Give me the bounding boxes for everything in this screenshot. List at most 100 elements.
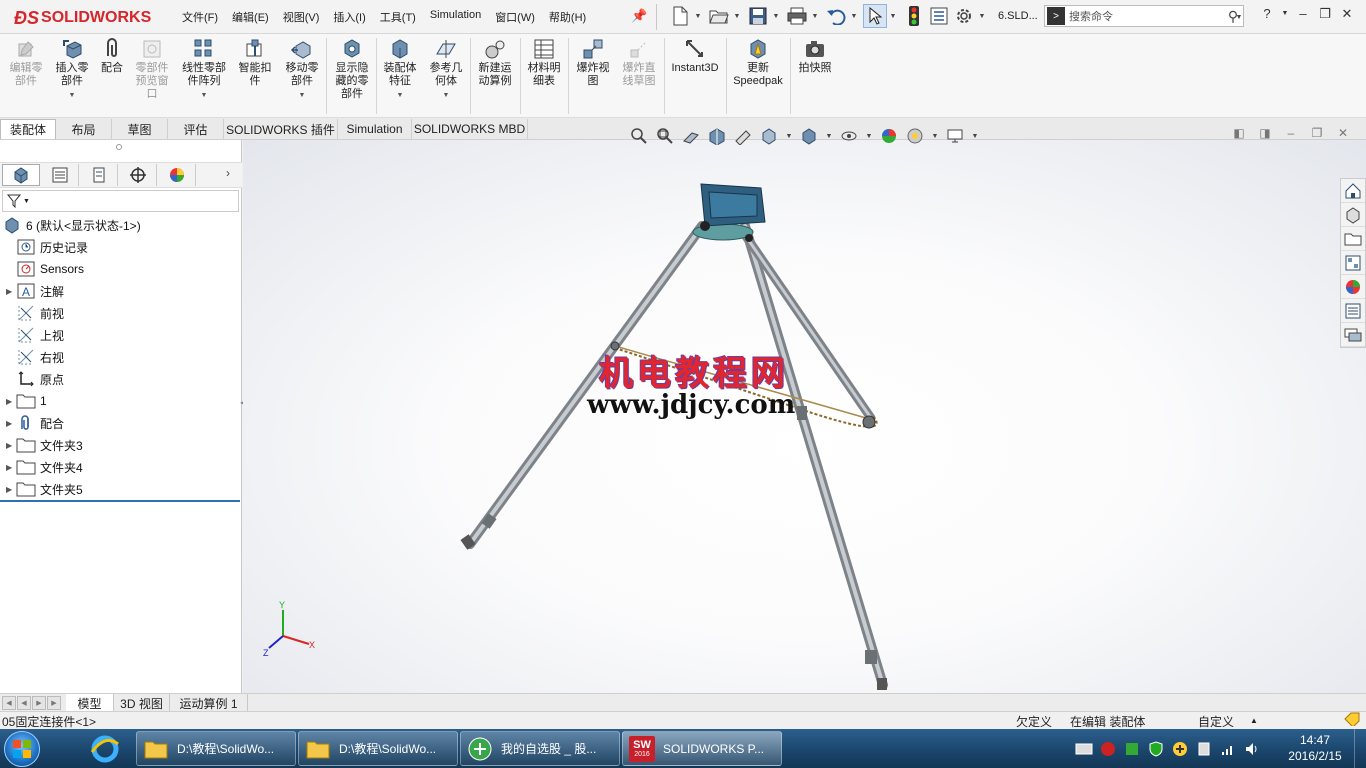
open-dropdown-icon[interactable]: ▼ xyxy=(732,4,742,28)
system-clock[interactable]: 14:47 2016/2/15 xyxy=(1280,732,1350,764)
help-dropdown-icon[interactable]: ▼ xyxy=(1278,6,1292,22)
tree-item[interactable]: 原点 xyxy=(0,368,240,390)
start-button[interactable] xyxy=(4,731,40,767)
move-component-button[interactable]: 移动零 部件 ▼ xyxy=(280,38,324,102)
property-manager-tab-icon[interactable] xyxy=(41,164,79,186)
tree-item[interactable]: ▶ A 注解 xyxy=(0,280,240,302)
expand-arrow-icon[interactable]: ▶ xyxy=(6,463,16,472)
display-style-dropdown-icon[interactable]: ▼ xyxy=(824,124,834,148)
tab-model[interactable]: 模型 xyxy=(66,694,114,712)
solidworks-forum-icon[interactable] xyxy=(1341,323,1365,347)
menu-tools[interactable]: 工具(T) xyxy=(374,6,422,28)
open-folder-icon[interactable] xyxy=(707,4,731,28)
tab-layout[interactable]: 布局 xyxy=(56,119,112,139)
tripod-model[interactable] xyxy=(243,140,1366,693)
minimize-button[interactable]: – xyxy=(1292,6,1314,22)
panel-grip-icon[interactable] xyxy=(116,144,122,150)
tab-simulation[interactable]: Simulation xyxy=(338,119,412,139)
expand-arrow-icon[interactable]: ▶ xyxy=(6,287,16,296)
pin-icon[interactable]: 📌 xyxy=(631,8,647,24)
mate-button[interactable]: 配合 xyxy=(96,38,128,75)
design-library-icon[interactable] xyxy=(1341,203,1365,227)
volume-icon[interactable] xyxy=(1240,741,1264,757)
reference-geometry-dropdown-icon[interactable]: ▼ xyxy=(443,89,450,102)
menu-file[interactable]: 文件(F) xyxy=(176,6,224,28)
appearances-scenes-icon[interactable] xyxy=(1341,275,1365,299)
show-hidden-components-button[interactable]: 显示隐 藏的零 部件 xyxy=(330,38,374,101)
menu-help[interactable]: 帮助(H) xyxy=(543,6,592,28)
file-properties-icon[interactable] xyxy=(927,4,951,28)
new-motion-study-button[interactable]: 新建运 动算例 xyxy=(474,38,516,88)
expand-arrow-icon[interactable]: ▶ xyxy=(6,441,16,450)
tab-solidworks-mbd[interactable]: SOLIDWORKS MBD xyxy=(412,119,528,139)
exploded-view-button[interactable]: 爆炸视 图 xyxy=(572,38,614,88)
tree-root-assembly[interactable]: 6 (默认<显示状态-1>) xyxy=(0,214,240,236)
doc-tile-left-icon[interactable]: ◧ xyxy=(1226,126,1252,140)
tab-3d-view[interactable]: 3D 视图 xyxy=(114,694,170,712)
new-document-icon[interactable] xyxy=(668,4,692,28)
options-gear-icon[interactable] xyxy=(952,4,976,28)
display-manager-tab-icon[interactable] xyxy=(158,164,196,186)
hide-show-items-icon[interactable] xyxy=(838,126,860,146)
undo-dropdown-icon[interactable]: ▼ xyxy=(849,4,859,28)
last-tab-icon[interactable]: ▶ xyxy=(47,696,61,710)
menu-edit[interactable]: 编辑(E) xyxy=(226,6,275,28)
tray-app-red-icon[interactable] xyxy=(1096,741,1120,757)
tree-item[interactable]: 前视 xyxy=(0,302,240,324)
bill-of-materials-button[interactable]: 材料明 细表 xyxy=(524,38,564,88)
tab-motion-study-1[interactable]: 运动算例 1 xyxy=(170,694,248,712)
taskbar-explorer-2[interactable]: D:\教程\SolidWo... xyxy=(298,731,458,766)
save-icon[interactable] xyxy=(746,4,770,28)
insert-component-dropdown-icon[interactable]: ▼ xyxy=(69,89,76,102)
view-orientation-dropdown-icon[interactable]: ▼ xyxy=(784,124,794,148)
undo-icon[interactable] xyxy=(824,4,848,28)
solidworks-logo[interactable]: ƉS SOLIDWORKS xyxy=(14,6,151,30)
component-preview-button[interactable]: 零部件 预览窗 口 xyxy=(130,38,174,101)
show-desktop-button[interactable] xyxy=(1354,729,1366,768)
rollback-bar[interactable] xyxy=(0,500,240,502)
tab-sketch[interactable]: 草图 xyxy=(112,119,168,139)
help-icon[interactable]: ? xyxy=(1256,6,1278,22)
rebuild-traffic-light-icon[interactable] xyxy=(902,4,926,28)
assembly-features-dropdown-icon[interactable]: ▼ xyxy=(397,89,404,102)
instant3d-button[interactable]: Instant3D xyxy=(668,38,722,75)
tree-item[interactable]: 右视 xyxy=(0,346,240,368)
explode-line-sketch-button[interactable]: 爆炸直 线草图 xyxy=(618,38,660,88)
options-dropdown-icon[interactable]: ▼ xyxy=(977,4,987,28)
network-signal-icon[interactable] xyxy=(1216,741,1240,757)
tree-item[interactable]: Sensors xyxy=(0,258,240,280)
menu-simulation[interactable]: Simulation xyxy=(424,6,487,28)
expand-arrow-icon[interactable]: ▶ xyxy=(6,485,16,494)
tree-item[interactable]: ▶ 文件夹3 xyxy=(0,434,240,456)
doc-restore-icon[interactable]: ❐ xyxy=(1304,126,1330,140)
feature-manager-tab-icon[interactable] xyxy=(2,164,40,186)
taskbar-browser-stocks[interactable]: 我的自选股 _ 股... xyxy=(460,731,620,766)
solidworks-resources-home-icon[interactable] xyxy=(1341,179,1365,203)
view-orientation-icon[interactable] xyxy=(758,126,780,146)
tree-filter[interactable]: ▼ xyxy=(2,190,239,212)
reference-geometry-button[interactable]: 参考几 何体 ▼ xyxy=(424,38,468,102)
menu-view[interactable]: 视图(V) xyxy=(277,6,326,28)
doc-tile-right-icon[interactable]: ◨ xyxy=(1252,126,1278,140)
taskbar-explorer-1[interactable]: D:\教程\SolidWo... xyxy=(136,731,296,766)
taskbar-solidworks[interactable]: SW 2016 SOLIDWORKS P... xyxy=(622,731,782,766)
internet-explorer-icon[interactable] xyxy=(78,731,132,766)
print-dropdown-icon[interactable]: ▼ xyxy=(810,4,820,28)
tree-item[interactable]: ▶ 配合 xyxy=(0,412,240,434)
edit-component-button[interactable]: 编辑零 部件 xyxy=(6,38,46,88)
expand-arrow-icon[interactable]: ▶ xyxy=(6,419,16,428)
take-snapshot-button[interactable]: 拍快照 xyxy=(794,38,836,75)
doc-close-icon[interactable]: ✕ xyxy=(1330,126,1356,140)
menu-insert[interactable]: 插入(I) xyxy=(327,6,371,28)
close-button[interactable]: ✕ xyxy=(1336,6,1358,22)
view-palette-icon[interactable] xyxy=(1341,251,1365,275)
file-explorer-icon[interactable] xyxy=(1341,227,1365,251)
status-units[interactable]: 自定义 xyxy=(1198,713,1234,730)
zoom-to-area-icon[interactable] xyxy=(654,126,676,146)
units-dropdown-icon[interactable]: ▲ xyxy=(1250,716,1258,725)
security-shield-icon[interactable] xyxy=(1144,740,1168,757)
smart-fasteners-button[interactable]: 智能扣 件 xyxy=(234,38,276,88)
zoom-to-fit-icon[interactable] xyxy=(628,126,650,146)
tabs-scroll-right-icon[interactable]: › xyxy=(226,166,230,180)
tray-app-green-icon[interactable] xyxy=(1120,741,1144,757)
